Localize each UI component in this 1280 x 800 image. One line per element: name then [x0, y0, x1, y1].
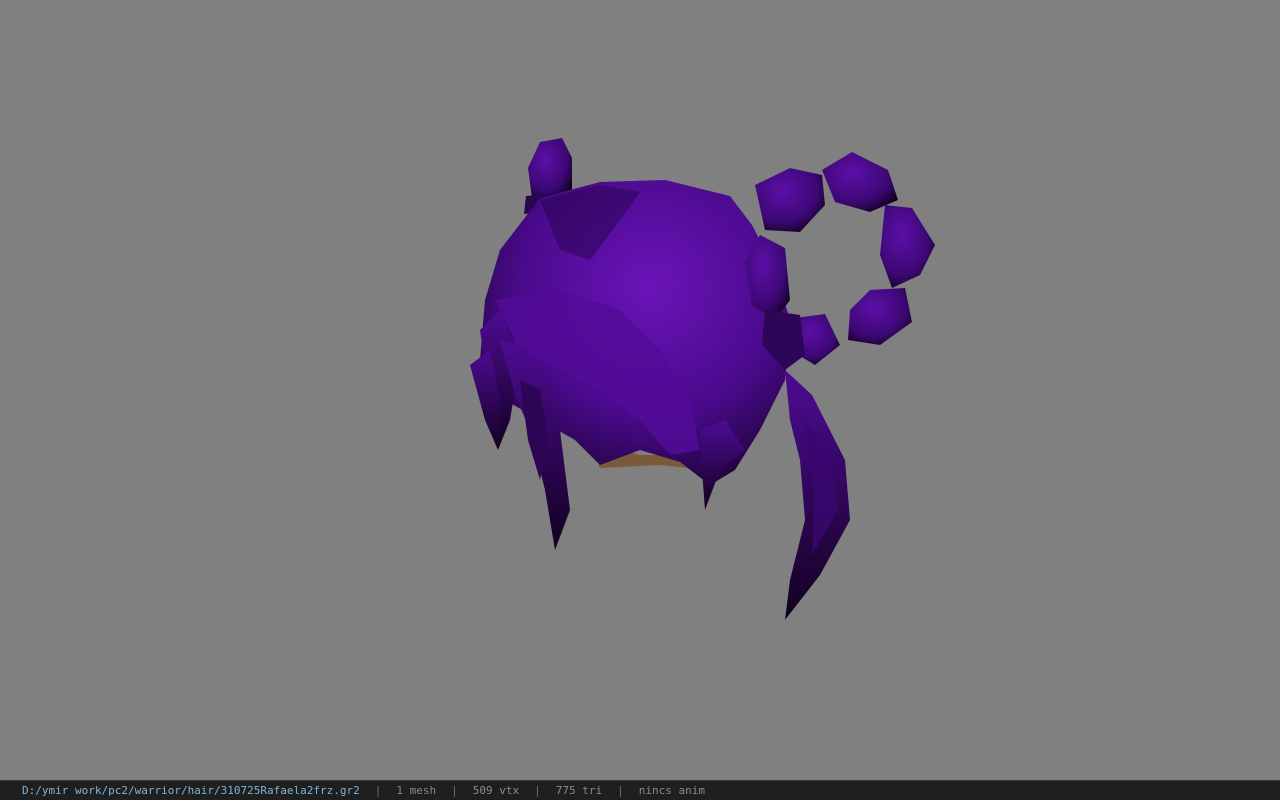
status-separator: |: [534, 784, 541, 797]
hair-model-render[interactable]: [0, 0, 1280, 780]
mesh-count-label: 1 mesh: [396, 784, 437, 797]
file-path-label: D:/ymir work/pc2/warrior/hair/310725Rafa…: [22, 784, 360, 797]
status-separator: |: [451, 784, 458, 797]
status-separator: |: [617, 784, 624, 797]
3d-viewport[interactable]: [0, 0, 1280, 780]
status-separator: |: [374, 784, 382, 797]
hair-mass: [480, 180, 790, 485]
vertex-count-label: 509 vtx: [472, 784, 520, 797]
animation-status-label: nincs anim: [638, 784, 705, 797]
status-bar: D:/ymir work/pc2/warrior/hair/310725Rafa…: [0, 780, 1280, 800]
triangle-count-label: 775 tri: [555, 784, 603, 797]
